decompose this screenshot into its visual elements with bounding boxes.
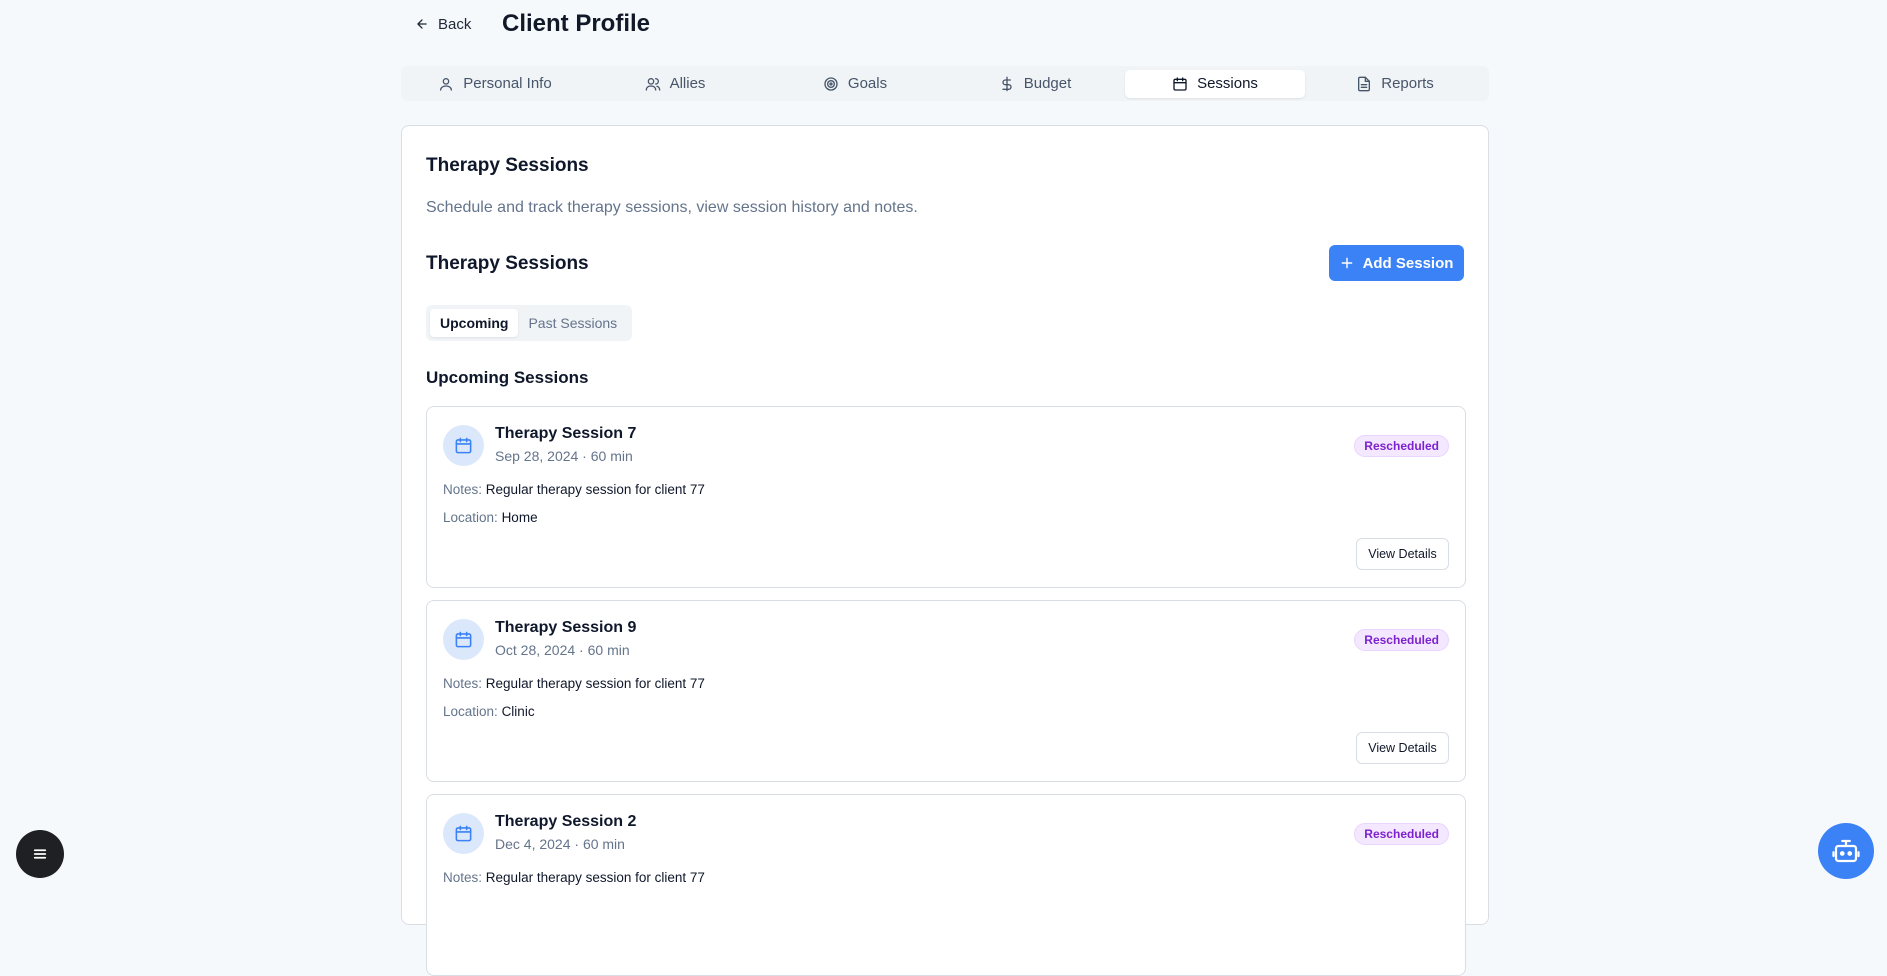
session-title: Therapy Session 9	[495, 619, 637, 636]
sessions-card: Therapy Sessions Schedule and track ther…	[401, 125, 1489, 976]
location-value: Clinic	[501, 704, 535, 719]
location-label: Location:	[443, 510, 498, 525]
notes-label: Notes:	[443, 482, 483, 497]
session-title: Therapy Session 7	[495, 425, 637, 442]
back-label: Back	[438, 15, 472, 33]
session-location: Location: Home	[443, 510, 538, 525]
calendar-icon	[1173, 76, 1187, 91]
header: Back Client Profile	[401, 0, 1489, 50]
session-date: Sep 28, 2024 · 60 min	[495, 448, 633, 464]
main-container: Back Client Profile Personal Info Allies…	[401, 0, 1489, 976]
arrow-left-icon	[417, 19, 427, 29]
tab-reports[interactable]: Reports	[1305, 70, 1485, 98]
calendar-icon	[455, 825, 472, 842]
profile-tabs: Personal Info Allies Goals Budget Sessio…	[401, 66, 1489, 101]
notes-label: Notes:	[443, 676, 483, 691]
add-session-button[interactable]: Add Session	[1329, 245, 1464, 281]
session-location: Location: Clinic	[443, 704, 535, 719]
bot-icon	[1832, 839, 1860, 863]
tab-sessions[interactable]: Sessions	[1125, 69, 1305, 98]
add-session-label: Add Session	[1362, 254, 1454, 272]
users-icon	[645, 77, 660, 91]
tab-label: Reports	[1381, 75, 1434, 92]
tab-past-sessions[interactable]: Past Sessions	[518, 309, 627, 337]
notes-value: Regular therapy session for client 77	[485, 676, 705, 691]
session-notes: Notes: Regular therapy session for clien…	[443, 870, 705, 885]
view-details-button[interactable]: View Details	[1356, 732, 1449, 764]
page-title: Client Profile	[502, 10, 651, 37]
tab-label: Goals	[847, 75, 888, 92]
status-badge: Rescheduled	[1354, 823, 1449, 845]
menu-button[interactable]	[16, 830, 64, 878]
tab-allies[interactable]: Allies	[585, 70, 765, 98]
card-description: Schedule and track therapy sessions, vie…	[426, 199, 918, 216]
status-badge: Rescheduled	[1354, 629, 1449, 651]
status-badge: Rescheduled	[1354, 435, 1449, 457]
dollar-icon	[1002, 76, 1012, 91]
session-title: Therapy Session 2	[495, 813, 637, 830]
session-notes: Notes: Regular therapy session for clien…	[443, 482, 705, 497]
user-icon	[440, 77, 453, 91]
notes-label: Notes:	[443, 870, 483, 885]
plus-icon	[1341, 257, 1352, 269]
view-details-button[interactable]: View Details	[1356, 538, 1449, 570]
section-title: Therapy Sessions	[426, 253, 589, 274]
tab-label: Sessions	[1197, 75, 1258, 92]
notes-value: Regular therapy session for client 77	[485, 870, 705, 885]
notes-value: Regular therapy session for client 77	[485, 482, 705, 497]
session-card: Therapy Session 2 Dec 4, 2024 · 60 min R…	[426, 794, 1466, 976]
session-avatar	[443, 619, 484, 660]
session-avatar	[443, 425, 484, 466]
tab-label: Personal Info	[463, 75, 552, 92]
file-text-icon	[1358, 76, 1371, 91]
session-avatar	[443, 813, 484, 854]
list-title: Upcoming Sessions	[426, 368, 589, 387]
session-card: Therapy Session 7 Sep 28, 2024 · 60 min …	[426, 406, 1466, 588]
back-button[interactable]: Back	[415, 13, 471, 35]
session-date: Dec 4, 2024 · 60 min	[495, 836, 625, 852]
session-card: Therapy Session 9 Oct 28, 2024 · 60 min …	[426, 600, 1466, 782]
calendar-icon	[455, 631, 472, 648]
assistant-button[interactable]	[1818, 823, 1874, 879]
tab-goals[interactable]: Goals	[765, 70, 945, 98]
session-date: Oct 28, 2024 · 60 min	[495, 642, 630, 658]
location-value: Home	[501, 510, 538, 525]
location-label: Location:	[443, 704, 498, 719]
tab-label: Budget	[1023, 75, 1072, 92]
session-filter: Upcoming Past Sessions	[426, 305, 632, 341]
card-title: Therapy Sessions	[426, 155, 589, 176]
tab-personal-info[interactable]: Personal Info	[405, 70, 585, 98]
tab-budget[interactable]: Budget	[945, 70, 1125, 98]
calendar-icon	[455, 437, 472, 454]
session-notes: Notes: Regular therapy session for clien…	[443, 676, 705, 691]
tab-upcoming[interactable]: Upcoming	[430, 309, 519, 337]
menu-icon	[33, 849, 47, 859]
tab-label: Allies	[669, 75, 706, 92]
target-icon	[824, 76, 838, 91]
